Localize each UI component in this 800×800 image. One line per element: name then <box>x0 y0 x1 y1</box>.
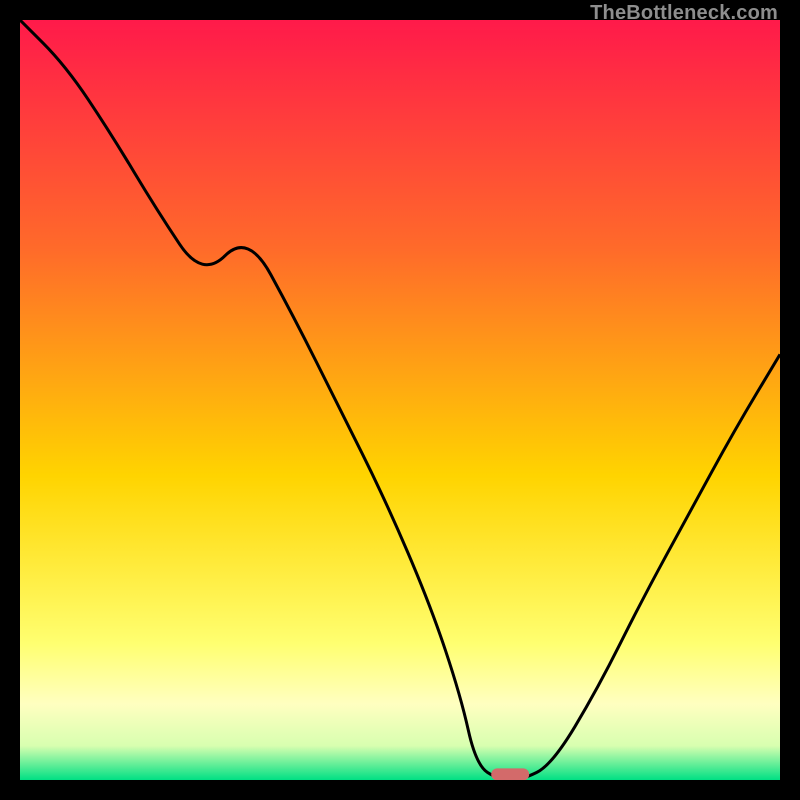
gradient-background <box>20 20 780 780</box>
chart-frame: TheBottleneck.com <box>0 0 800 800</box>
chart-svg <box>20 20 780 780</box>
optimal-zone-marker <box>491 768 529 780</box>
chart-plot-area <box>20 20 780 780</box>
